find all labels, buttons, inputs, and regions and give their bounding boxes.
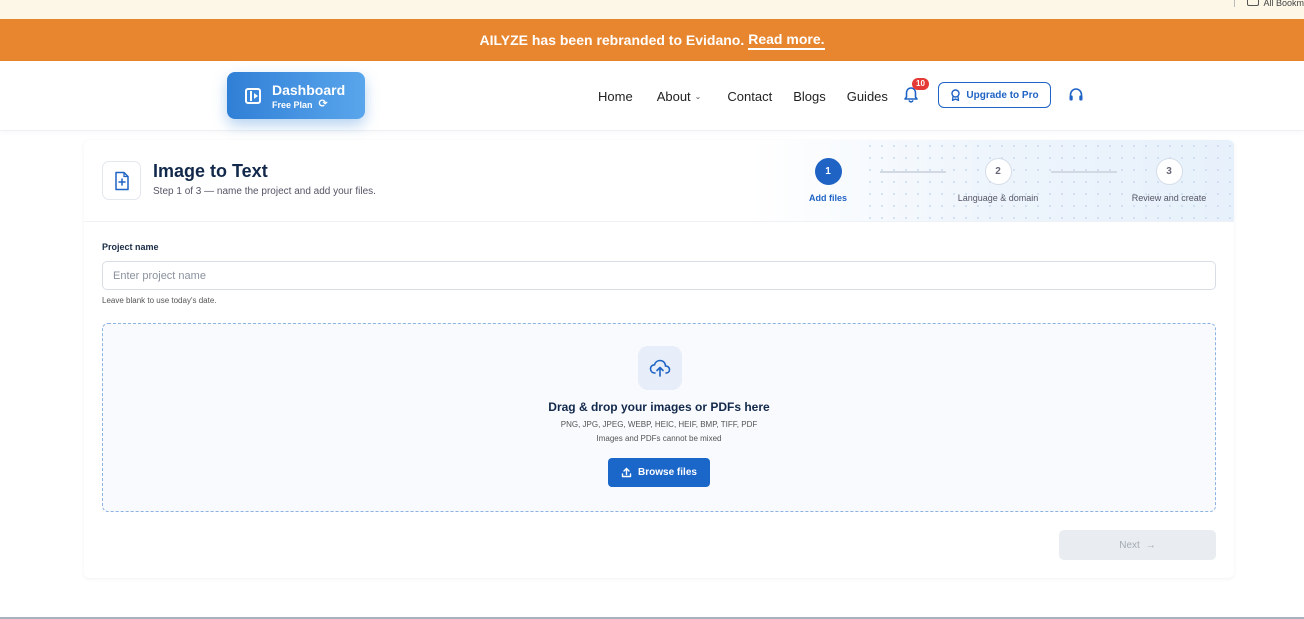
dashboard-title: Dashboard: [272, 81, 346, 98]
dropzone-note: Images and PDFs cannot be mixed: [596, 434, 722, 443]
headset-icon: [1069, 88, 1083, 101]
step-connector: [1051, 171, 1117, 173]
next-label: Next: [1119, 539, 1140, 551]
project-name-input[interactable]: [102, 261, 1216, 290]
browse-files-button[interactable]: Browse files: [608, 458, 710, 487]
step-label: Review and create: [1131, 193, 1207, 203]
step-number: 3: [1155, 158, 1183, 185]
step-2-language-domain: 2 Language & domain: [938, 158, 1058, 203]
plan-row: Free Plan ⟳: [272, 98, 345, 110]
panel-toggle-icon: [245, 87, 261, 104]
project-name-hint: Leave blank to use today's date.: [102, 296, 217, 305]
dashboard-titles: Dashboard Free Plan ⟳: [272, 82, 345, 110]
rebrand-banner: AILYZE has been rebranded to Evidano. Re…: [0, 19, 1304, 61]
bookmarks-folder[interactable]: All Bookm: [1234, 0, 1304, 8]
plan-label: Free Plan: [272, 99, 313, 110]
nav-guides-link[interactable]: Guides: [847, 89, 888, 104]
step-label: Language & domain: [957, 193, 1039, 203]
dropzone-file-types: PNG, JPG, JPEG, WEBP, HEIC, HEIF, BMP, T…: [560, 420, 758, 429]
browser-bookmarks-strip: All Bookm: [0, 0, 1304, 19]
nav-home-link[interactable]: Home: [598, 89, 633, 104]
bookmarks-label: All Bookm: [1263, 0, 1304, 6]
bookmarks-divider: [1234, 0, 1236, 7]
step-3-review-create: 3 Review and create: [1109, 158, 1229, 203]
notification-count-badge: 10: [912, 78, 929, 90]
nav-links: Home About ⌄ Contact Blogs Guides: [598, 61, 888, 131]
nav-contact-link[interactable]: Contact: [727, 89, 772, 104]
file-dropzone[interactable]: Drag & drop your images or PDFs here PNG…: [102, 323, 1216, 512]
project-name-label: Project name: [102, 242, 159, 252]
read-more-link[interactable]: Read more.: [748, 31, 825, 50]
dashboard-button[interactable]: Dashboard Free Plan ⟳: [227, 72, 365, 119]
top-navbar: Dashboard Free Plan ⟳ Home About ⌄ Conta…: [0, 61, 1304, 131]
cloud-upload-icon: [638, 346, 682, 390]
nav-about-label: About: [656, 88, 691, 104]
chevron-down-icon: ⌄: [694, 91, 702, 101]
step-number: 2: [984, 158, 1012, 185]
upgrade-label: Upgrade to Pro: [966, 89, 1039, 101]
page-title: Image to Text: [153, 161, 268, 181]
step-number: 1: [814, 158, 842, 185]
dropzone-title: Drag & drop your images or PDFs here: [548, 400, 770, 414]
image-to-text-card: Image to Text Step 1 of 3 — name the pro…: [84, 140, 1234, 578]
next-button[interactable]: Next →: [1059, 530, 1216, 560]
nav-blogs-link[interactable]: Blogs: [793, 89, 826, 104]
upload-icon: [621, 467, 632, 478]
notifications-button[interactable]: 10: [903, 78, 929, 104]
step-connector: [880, 171, 946, 173]
step-label: Add files: [808, 193, 847, 203]
badge-icon: [951, 89, 961, 101]
banner-text: AILYZE has been rebranded to Evidano.: [479, 32, 745, 48]
file-add-icon: [102, 161, 141, 200]
nav-about-dropdown[interactable]: About ⌄: [657, 89, 702, 104]
upgrade-to-pro-button[interactable]: Upgrade to Pro: [938, 82, 1051, 108]
arrow-right-icon: →: [1145, 539, 1156, 551]
card-header: Image to Text Step 1 of 3 — name the pro…: [84, 140, 1234, 222]
support-button[interactable]: [1068, 87, 1084, 103]
folder-icon: [1247, 0, 1260, 6]
refresh-icon: ⟳: [318, 98, 328, 110]
step-1-add-files: 1 Add files: [768, 158, 888, 203]
page-subtitle: Step 1 of 3 — name the project and add y…: [153, 186, 376, 197]
browse-files-label: Browse files: [638, 467, 697, 478]
